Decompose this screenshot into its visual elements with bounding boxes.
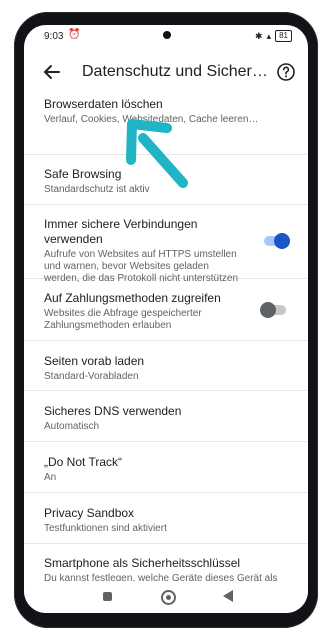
front-camera bbox=[163, 31, 171, 39]
toggle-knob bbox=[274, 233, 290, 249]
setting-preload-pages[interactable]: Seiten vorab laden Standard-Vorabladen bbox=[24, 341, 308, 391]
setting-subtitle: Websites die Abfrage gespeicherter Zahlu… bbox=[44, 308, 202, 331]
setting-subtitle: An bbox=[44, 472, 57, 483]
setting-safe-browsing[interactable]: Safe Browsing Standardschutz ist aktiv bbox=[24, 155, 308, 205]
https-first-toggle[interactable] bbox=[264, 233, 290, 249]
setting-title: Seiten vorab laden bbox=[44, 354, 145, 368]
setting-title: Auf Zahlungsmethoden zugreifen bbox=[44, 291, 221, 305]
arrow-left-icon[interactable] bbox=[42, 62, 62, 82]
setting-secure-dns[interactable]: Sicheres DNS verwenden Automatisch bbox=[24, 391, 308, 442]
help-circle-icon[interactable] bbox=[276, 62, 296, 82]
page-title: Datenschutz und Sicherheit bbox=[82, 63, 272, 80]
setting-privacy-sandbox[interactable]: Privacy Sandbox Testfunktionen sind akti… bbox=[24, 493, 308, 544]
setting-subtitle: Verlauf, Cookies, Websitedaten, Cache le… bbox=[44, 114, 259, 125]
back-triangle-icon[interactable] bbox=[223, 590, 233, 602]
status-bar: 9:03 ⏰ ✱ ▴ 81 bbox=[24, 25, 308, 49]
setting-subtitle: Testfunktionen sind aktiviert bbox=[44, 523, 167, 534]
signal-icon: ▴ bbox=[266, 30, 272, 41]
settings-list: Browserdaten löschen Verlauf, Cookies, W… bbox=[24, 97, 308, 613]
alarm-icon: ⏰ bbox=[68, 29, 81, 40]
system-nav-bar bbox=[24, 581, 308, 613]
setting-subtitle: Standardschutz ist aktiv bbox=[44, 184, 150, 195]
bluetooth-icon: ✱ bbox=[255, 30, 263, 41]
setting-do-not-track[interactable]: „Do Not Track“ An bbox=[24, 442, 308, 493]
recent-apps-icon[interactable] bbox=[103, 592, 112, 601]
setting-https-first[interactable]: Immer sichere Verbindungen verwenden Auf… bbox=[24, 205, 308, 284]
phone-screen: 9:03 ⏰ ✱ ▴ 81 Datenschutz und Sicherheit… bbox=[24, 25, 308, 613]
setting-title: Browserdaten löschen bbox=[44, 97, 163, 111]
setting-clear-browsing-data[interactable]: Browserdaten löschen Verlauf, Cookies, W… bbox=[24, 97, 308, 155]
setting-title: Smartphone als Sicherheitsschlüssel bbox=[44, 556, 241, 570]
setting-title: „Do Not Track“ bbox=[44, 455, 123, 469]
setting-subtitle: Automatisch bbox=[44, 421, 100, 432]
setting-payment-methods[interactable]: Auf Zahlungsmethoden zugreifen Websites … bbox=[24, 279, 308, 341]
battery-icon: 81 bbox=[275, 30, 292, 42]
setting-title: Sicheres DNS verwenden bbox=[44, 404, 182, 418]
toggle-knob bbox=[260, 302, 276, 318]
status-icons: ✱ ▴ 81 bbox=[255, 30, 292, 42]
setting-subtitle: Standard-Vorabladen bbox=[44, 371, 139, 382]
app-bar: Datenschutz und Sicherheit bbox=[24, 49, 308, 97]
setting-title: Immer sichere Verbindungen verwenden bbox=[44, 217, 198, 246]
setting-title: Safe Browsing bbox=[44, 167, 122, 181]
battery-level: 81 bbox=[279, 31, 288, 40]
home-icon[interactable] bbox=[161, 590, 176, 605]
setting-title: Privacy Sandbox bbox=[44, 506, 135, 520]
payment-methods-toggle[interactable] bbox=[260, 302, 286, 318]
status-time: 9:03 bbox=[44, 31, 64, 42]
